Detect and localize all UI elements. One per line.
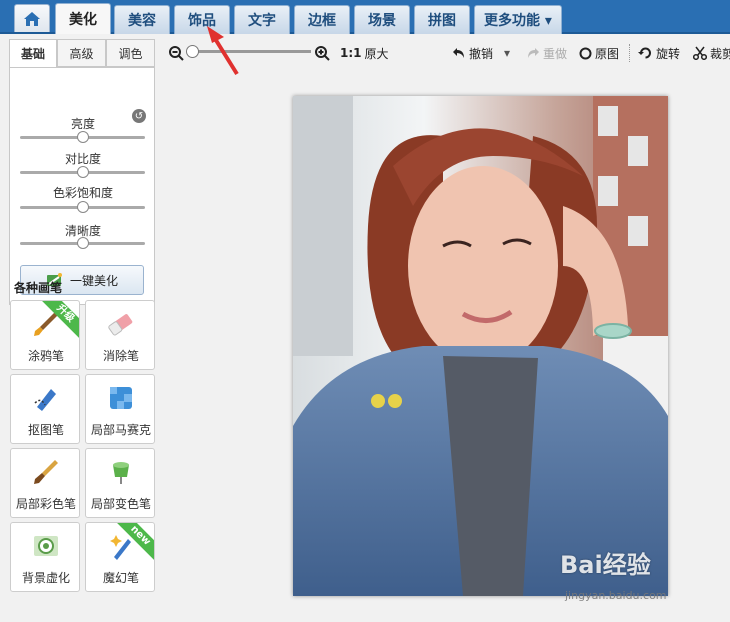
doodle-brush-tool[interactable]: 涂鸦笔 升级 [10,300,80,370]
undo-label: 撤销 [469,46,494,61]
zoom-out-button[interactable] [168,44,184,62]
adjust-subtabs: 基础 高级 调色 [9,39,155,68]
zoom-in-icon [315,46,330,61]
eraser-brush-label: 消除笔 [102,349,139,363]
subtab-color[interactable]: 调色 [106,39,155,67]
magic-brush-tool[interactable]: 魔幻笔 new [85,522,155,592]
rotate-icon [638,47,651,59]
tab-accessories[interactable]: 饰品 [174,5,230,34]
tab-scene[interactable]: 场景 [354,5,410,34]
crop-button[interactable]: 裁剪 [693,44,730,62]
mosaic-icon [110,387,132,409]
actual-size-button[interactable]: 1:1 原大 [340,44,389,62]
zoom-in-button[interactable] [314,44,330,62]
redo-icon [528,48,539,58]
top-nav: 美化 美容 饰品 文字 边框 场景 拼图 更多功能 ▾ [0,0,730,34]
local-recolor-brush-label: 局部变色笔 [90,497,151,511]
original-image-button[interactable]: 原图 [579,44,619,62]
mosaic-brush-label: 局部马赛克 [90,423,151,437]
color-brush-icon [34,460,58,484]
subtab-advanced[interactable]: 高级 [57,39,106,67]
rotate-button[interactable]: 旋转 [638,44,680,62]
tab-collage[interactable]: 拼图 [414,5,470,34]
undo-dropdown-icon[interactable]: ▾ [504,46,510,60]
brightness-label: 亮度 [70,117,95,131]
contrast-label: 对比度 [64,152,101,166]
tab-frame[interactable]: 边框 [294,5,350,34]
toolbar-divider [629,44,630,62]
tab-more-features[interactable]: 更多功能 ▾ [474,5,562,34]
redo-label: 重做 [543,46,568,61]
cutout-brush-tool[interactable]: 抠图笔 [10,374,80,444]
photo-canvas[interactable] [293,96,668,596]
cutout-brush-label: 抠图笔 [27,423,64,437]
recolor-bucket-icon [113,462,129,484]
background-blur-label: 背景虚化 [21,571,70,585]
local-color-brush-tool[interactable]: 局部彩色笔 [10,448,80,518]
undo-icon [453,48,464,58]
watermark-url: jingyan.baidu.com [565,589,667,602]
portrait-photo [293,96,668,596]
saturation-label: 色彩饱和度 [52,186,113,200]
baidu-watermark: Bai经验 [560,551,651,579]
sharpness-knob[interactable] [76,237,89,249]
redo-button[interactable]: 重做 [526,44,567,62]
subtab-basic[interactable]: 基础 [9,39,57,68]
ratio-label: 1:1 [340,46,362,60]
background-blur-tool[interactable]: 背景虚化 [10,522,80,592]
original-label: 原图 [595,46,620,61]
zoom-slider[interactable] [195,50,311,53]
local-recolor-brush-tool[interactable]: 局部变色笔 [85,448,155,518]
magic-brush-label: 魔幻笔 [102,571,139,585]
brightness-knob[interactable] [76,131,89,143]
tab-cosmetic[interactable]: 美容 [114,5,170,34]
basic-adjust-panel: ↺ 亮度 对比度 色彩饱和度 清晰度 一键美化 [9,67,155,305]
original-size-label: 原大 [364,46,389,61]
mosaic-brush-tool[interactable]: 局部马赛克 [85,374,155,444]
tab-text[interactable]: 文字 [234,5,290,34]
cutout-pen-icon [34,389,56,411]
blur-lens-icon [34,536,58,556]
rotate-label: 旋转 [656,46,681,61]
undo-button[interactable]: 撤销 ▾ [452,44,510,62]
brushes-section-title: 各种画笔 [14,281,63,295]
zoom-knob[interactable] [186,45,199,58]
zoom-out-icon [169,46,184,61]
crop-label: 裁剪 [710,46,730,61]
left-panel: 基础 高级 调色 ↺ 亮度 对比度 色彩饱和度 清晰度 一键美化 各种画笔 涂鸦… [0,36,162,622]
contrast-knob[interactable] [76,166,89,178]
eraser-icon [108,314,133,336]
eraser-brush-tool[interactable]: 消除笔 [85,300,155,370]
local-color-brush-label: 局部彩色笔 [15,497,76,511]
saturation-knob[interactable] [76,201,89,213]
one-click-beautify-label: 一键美化 [69,273,118,288]
image-toolbar: 1:1 原大 撤销 ▾ 重做 原图 旋转 裁剪 [162,36,730,70]
home-button[interactable] [14,4,50,32]
doodle-brush-label: 涂鸦笔 [27,349,64,363]
scissors-icon [693,46,707,60]
tab-beautify[interactable]: 美化 [55,3,111,34]
home-icon [24,11,40,26]
original-circle-icon [579,47,592,59]
